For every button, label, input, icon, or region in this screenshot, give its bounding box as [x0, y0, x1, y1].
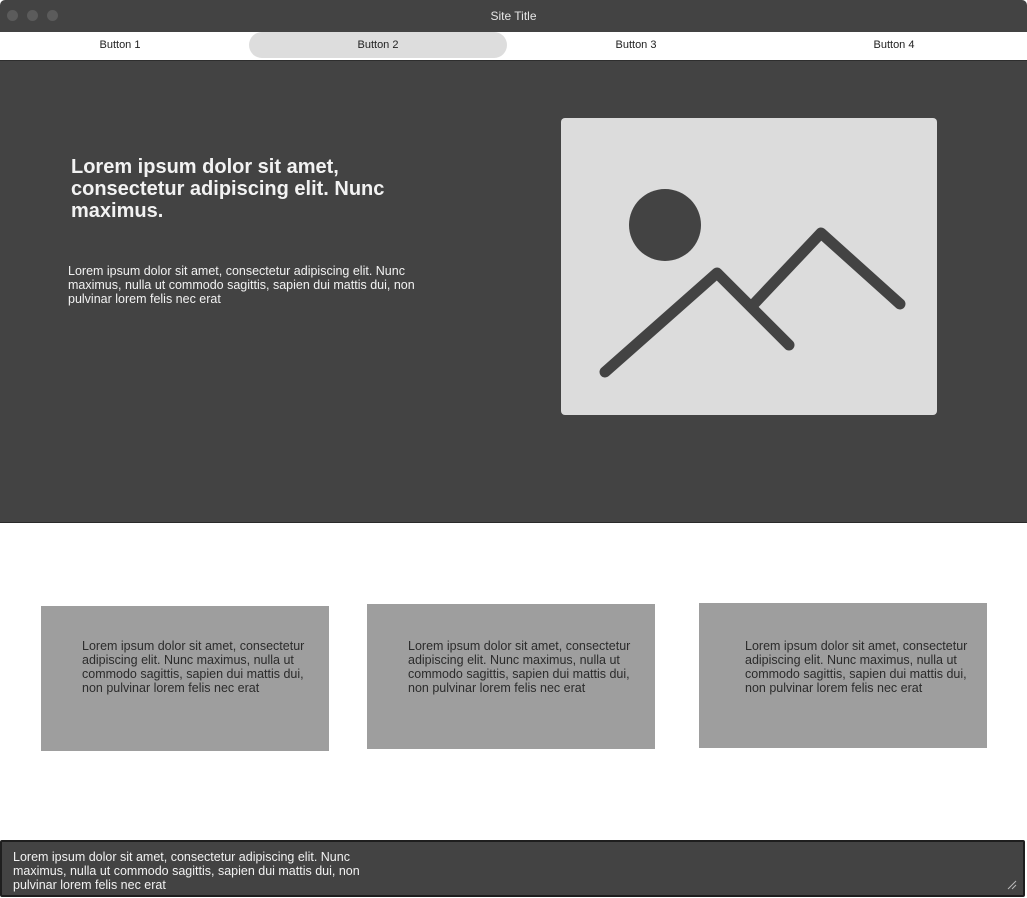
footer-textarea[interactable]: Lorem ipsum dolor sit amet, consectetur … — [0, 840, 1025, 897]
card-text: Lorem ipsum dolor sit amet, consectetur … — [745, 639, 968, 695]
top-navigation: Button 1 Button 2 Button 3 Button 4 — [0, 32, 1027, 59]
nav-button-1[interactable]: Button 1 — [0, 32, 249, 58]
hero-image-placeholder — [561, 118, 937, 415]
card-text: Lorem ipsum dolor sit amet, consectetur … — [408, 639, 631, 695]
feature-card-3: Lorem ipsum dolor sit amet, consectetur … — [699, 603, 987, 748]
hero-body-text: Lorem ipsum dolor sit amet, consectetur … — [68, 264, 415, 306]
nav-button-3[interactable]: Button 3 — [507, 32, 765, 58]
hero-heading: Lorem ipsum dolor sit amet, consectetur … — [71, 156, 385, 222]
site-title: Site Title — [490, 9, 537, 23]
hero-section: Lorem ipsum dolor sit amet, consectetur … — [0, 60, 1027, 523]
footer-textarea-value: Lorem ipsum dolor sit amet, consectetur … — [13, 850, 360, 892]
feature-card-2: Lorem ipsum dolor sit amet, consectetur … — [367, 604, 655, 749]
image-placeholder-icon — [599, 189, 906, 378]
window-titlebar: Site Title — [0, 0, 1027, 32]
nav-button-4[interactable]: Button 4 — [765, 32, 1023, 58]
nav-button-2[interactable]: Button 2 — [249, 32, 507, 58]
card-text: Lorem ipsum dolor sit amet, consectetur … — [82, 639, 305, 695]
feature-card-1: Lorem ipsum dolor sit amet, consectetur … — [41, 606, 329, 751]
resize-handle-icon[interactable] — [1007, 880, 1017, 890]
